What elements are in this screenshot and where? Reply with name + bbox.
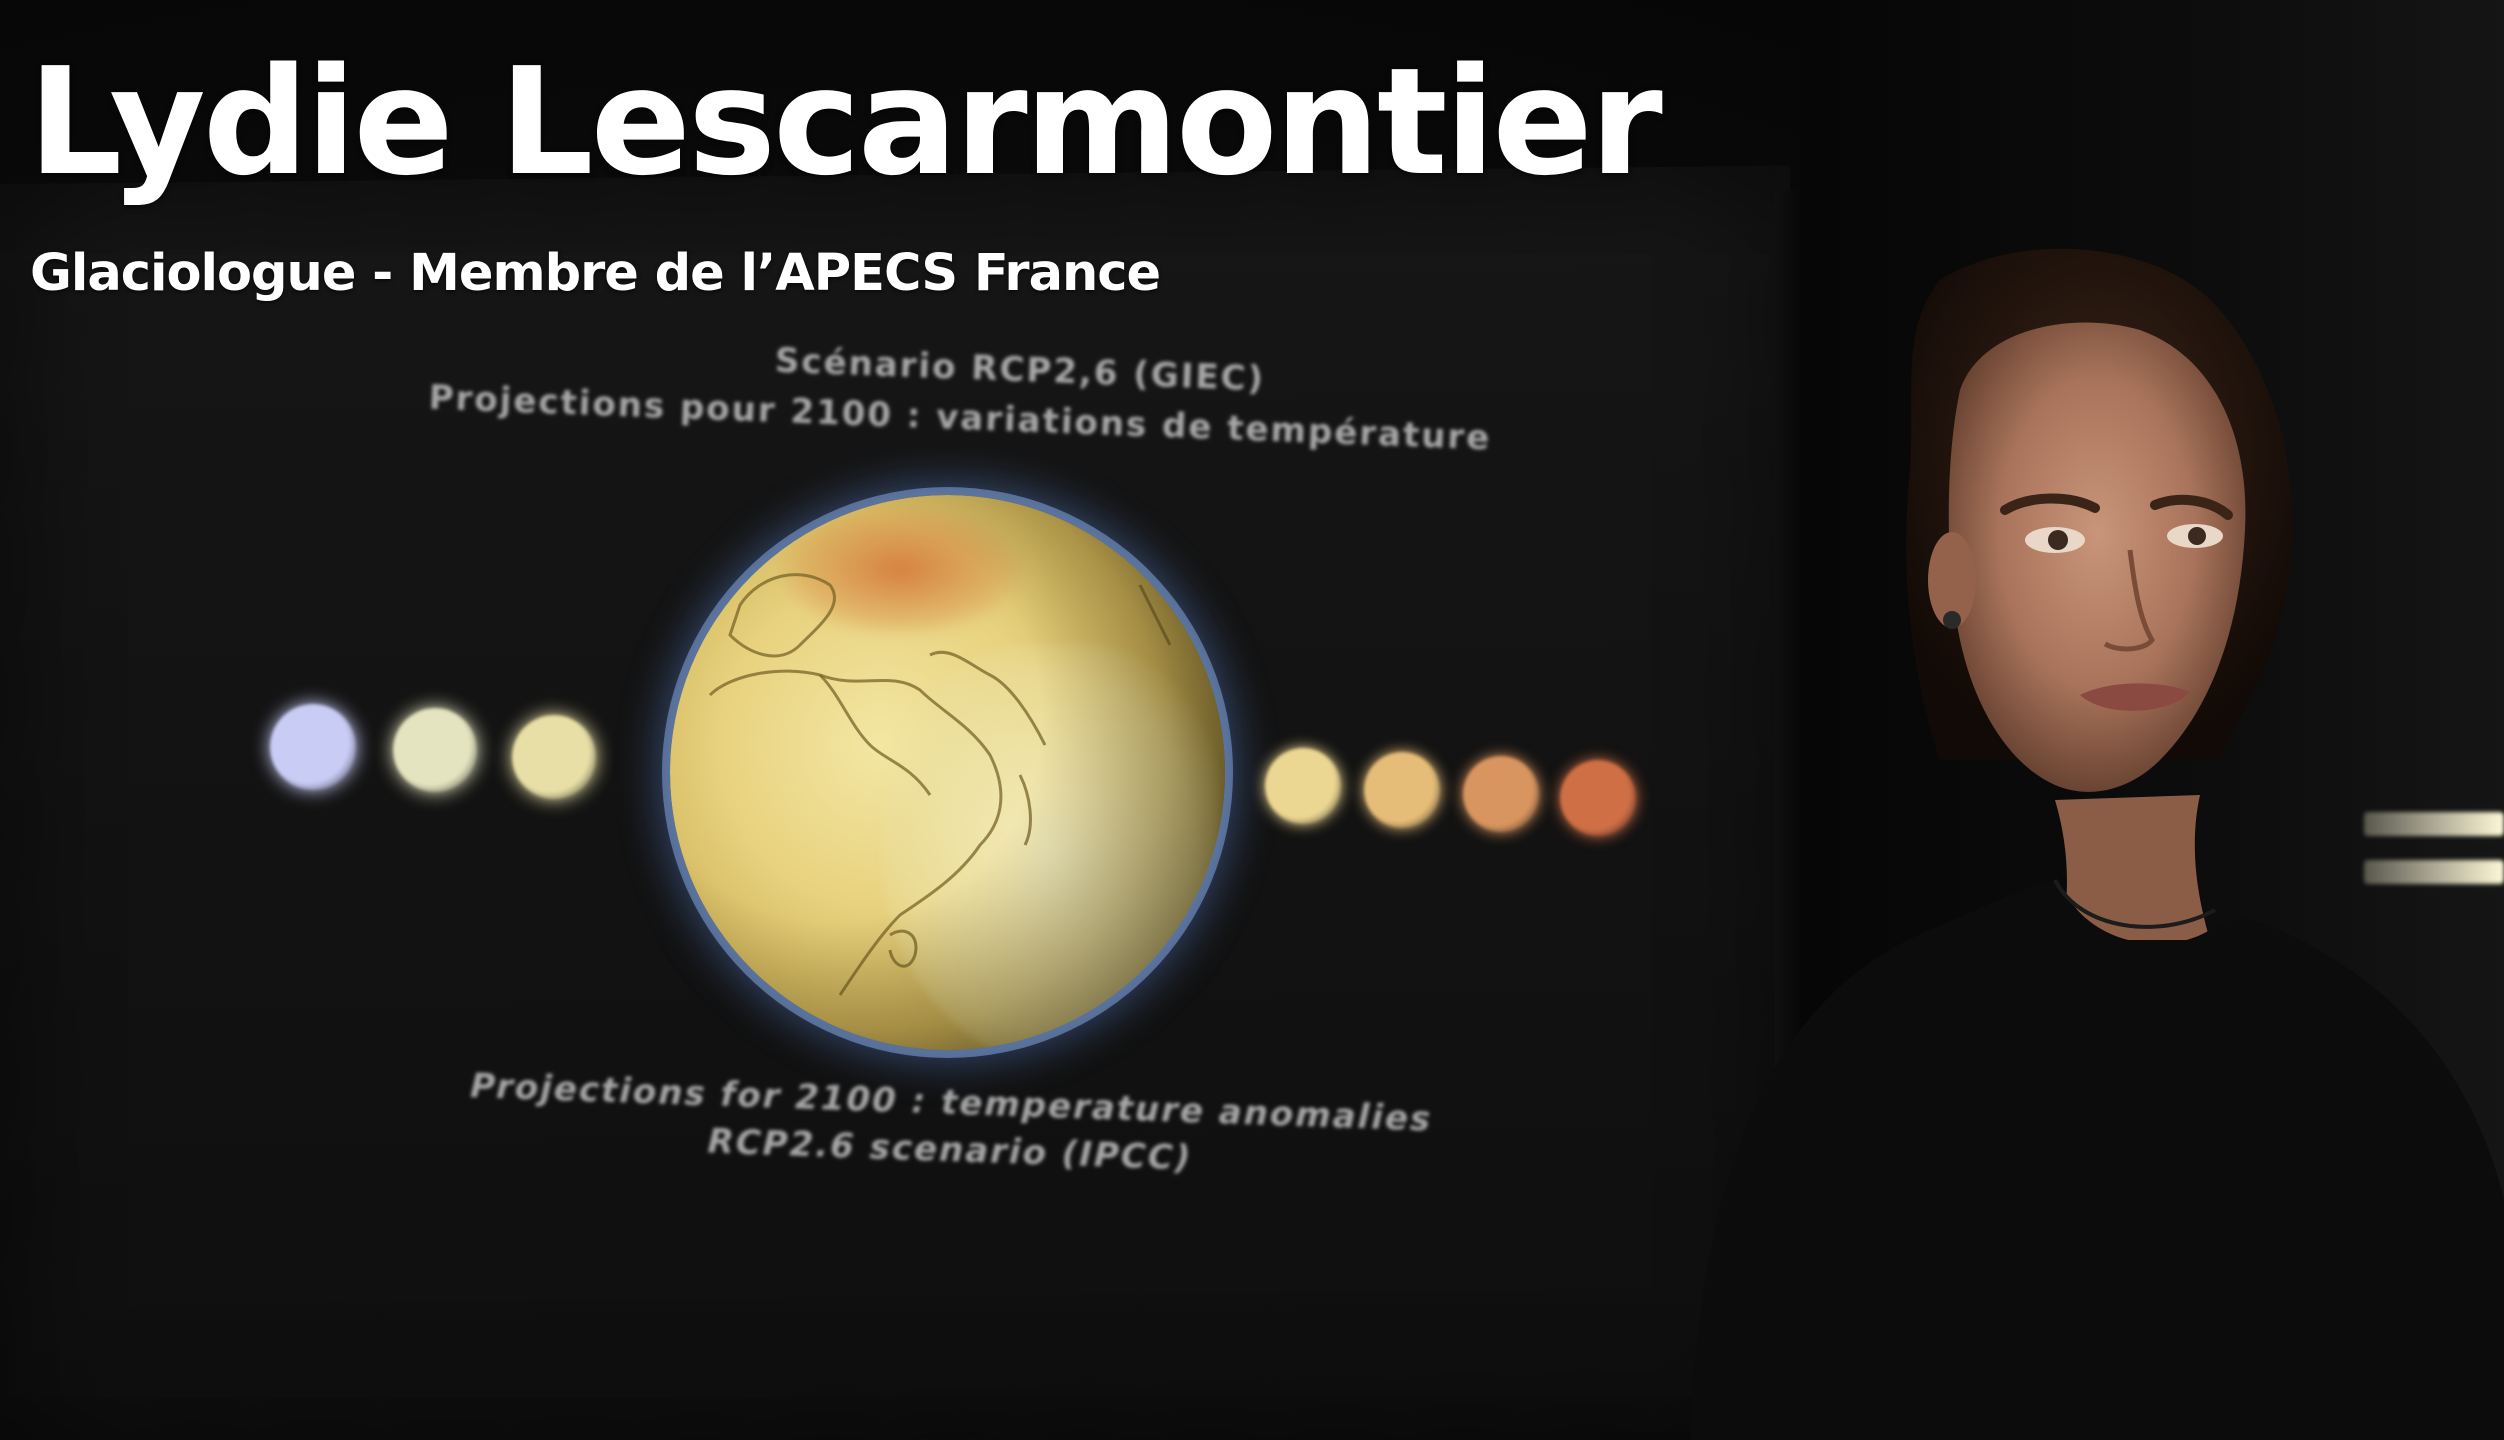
presenter xyxy=(1690,248,2504,1440)
speaker-role: Glaciologue - Membre de l’APECS France xyxy=(30,244,1161,303)
temperature-dot-left-3 xyxy=(512,715,596,799)
temperature-dot-right-2 xyxy=(1364,752,1440,828)
temperature-dot-left-2 xyxy=(393,708,477,792)
presenter-earring xyxy=(1943,611,1961,629)
globe-shading xyxy=(670,495,1225,1050)
temperature-dot-right-3 xyxy=(1463,756,1539,832)
video-frame: Scénario RCP2,6 (GIEC) Projections pour … xyxy=(0,0,2504,1440)
earth-globe xyxy=(670,495,1225,1050)
temperature-dot-left-1 xyxy=(270,704,356,790)
speaker-name: Lydie Lescarmontier xyxy=(28,36,1663,208)
temperature-dot-right-1 xyxy=(1265,748,1341,824)
presenter-shirt xyxy=(1690,880,2504,1440)
